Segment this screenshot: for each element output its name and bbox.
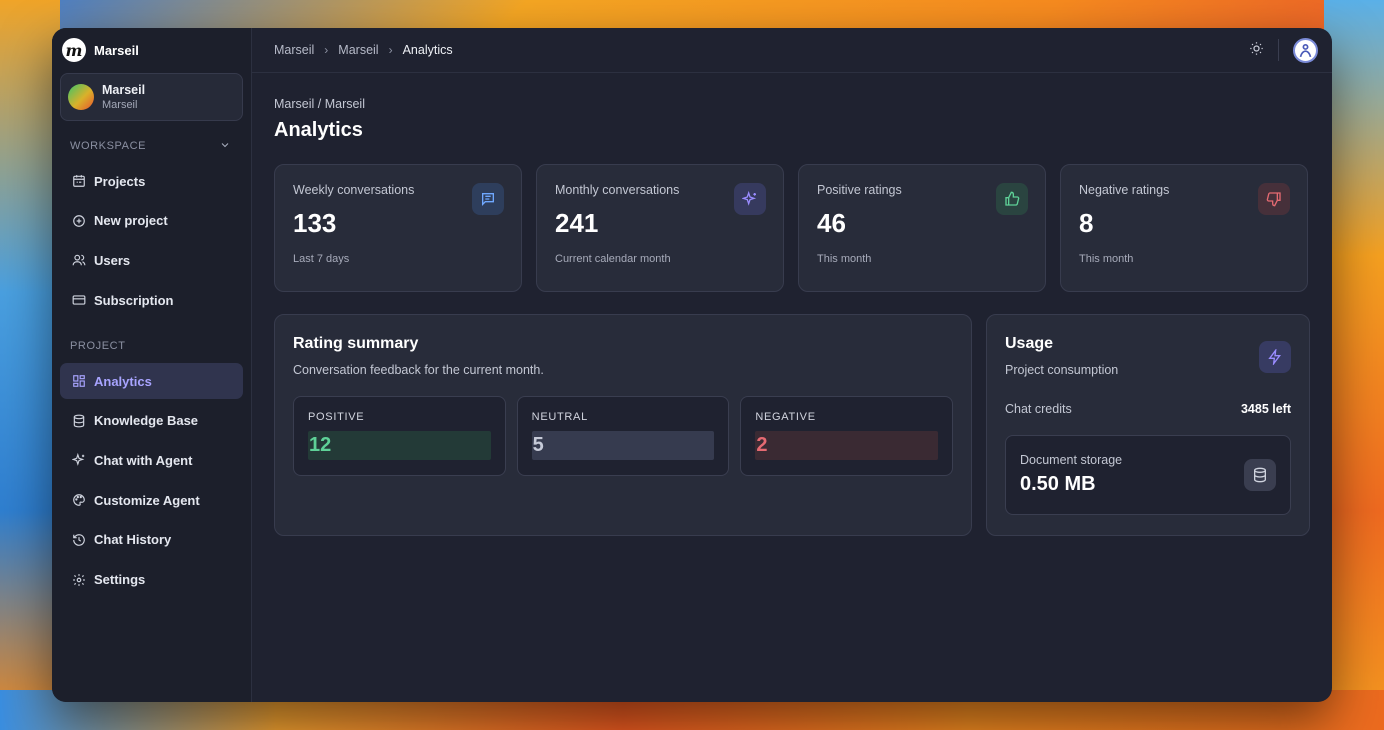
tile-label: NEUTRAL — [531, 411, 588, 423]
account-sub: Marseil — [102, 99, 138, 111]
project-section-label: PROJECT — [70, 340, 126, 353]
brand-name: Marseil — [94, 42, 139, 58]
tile-label: POSITIVE — [308, 411, 365, 423]
users-icon — [72, 253, 86, 267]
tile-value: 5 — [531, 431, 715, 460]
project-section-header: PROJECT — [60, 335, 243, 357]
sidebar-item-subscription[interactable]: Subscription — [60, 282, 243, 318]
breadcrumb: Marseil › Marseil › Analytics — [274, 43, 453, 57]
sidebar-item-projects[interactable]: Projects — [60, 163, 243, 199]
credits-value: 3485 left — [1240, 402, 1291, 416]
rating-title: Rating summary — [293, 335, 419, 352]
sidebar-item-label: Chat History — [94, 532, 172, 548]
divider — [1278, 39, 1279, 61]
tile-label: NEGATIVE — [755, 411, 816, 423]
sparkles-icon — [734, 183, 766, 215]
sidebar-item-new-project[interactable]: New project — [60, 203, 243, 239]
sidebar-item-label: Chat with Agent — [94, 452, 193, 468]
workspace-section-label: WORKSPACE — [70, 140, 147, 152]
page-title: Analytics — [274, 119, 363, 141]
breadcrumb-current: Analytics — [402, 43, 453, 57]
sidebar-item-label: Settings — [94, 572, 146, 587]
rating-summary-card: Rating summary Conversation feedback for… — [274, 314, 972, 536]
usage-title: Usage — [1005, 335, 1054, 352]
tile-value: 12 — [308, 431, 491, 460]
stat-sub: This month — [1079, 253, 1134, 265]
stat-card-negative: Negative ratings 8 This month — [1060, 164, 1308, 292]
theme-toggle-sun-icon[interactable] — [1249, 41, 1264, 60]
storage-value: 0.50 MB — [1020, 473, 1096, 495]
usage-card: Usage Project consumption Chat credits 3… — [986, 314, 1310, 536]
history-icon — [72, 533, 86, 547]
stat-sub: Current calendar month — [555, 253, 671, 265]
stat-sub: This month — [817, 253, 872, 265]
stat-card-positive: Positive ratings 46 This month — [798, 164, 1046, 292]
rating-tile-neutral: NEUTRAL 5 — [516, 396, 730, 476]
stat-value: 8 — [1079, 208, 1094, 238]
sidebar-item-knowledge-base[interactable]: Knowledge Base — [60, 403, 243, 439]
rating-subtitle: Conversation feedback for the current mo… — [293, 363, 544, 377]
app-window: m Marseil Marseil Marseil WORKSPACE Proj… — [52, 28, 1332, 702]
credit-card-icon — [72, 293, 86, 307]
thumbs-down-icon — [1258, 183, 1290, 215]
storage-label: Document storage — [1020, 453, 1123, 467]
sidebar-item-label: Analytics — [94, 373, 152, 389]
chevron-right-icon: › — [324, 43, 329, 57]
tile-value: 2 — [755, 431, 939, 460]
stat-value: 241 — [555, 208, 599, 238]
sidebar: m Marseil Marseil Marseil WORKSPACE Proj… — [52, 28, 252, 702]
message-icon — [472, 183, 504, 215]
plus-circle-icon — [72, 214, 86, 228]
topbar: Marseil › Marseil › Analytics — [252, 28, 1332, 73]
sidebar-item-label: Customize Agent — [94, 492, 200, 508]
user-avatar[interactable] — [1293, 37, 1318, 63]
database-icon — [1244, 459, 1276, 491]
stat-sub: Last 7 days — [293, 253, 350, 265]
stat-card-monthly: Monthly conversations 241 Current calend… — [536, 164, 784, 292]
sidebar-item-label: Projects — [94, 173, 146, 189]
sidebar-item-users[interactable]: Users — [60, 242, 243, 278]
stat-card-weekly: Weekly conversations 133 Last 7 days — [274, 164, 522, 292]
credits-label: Chat credits — [1005, 402, 1072, 416]
main-area: Marseil › Marseil › Analytics Marseil / … — [252, 28, 1332, 702]
stat-cards: Weekly conversations 133 Last 7 days Mon… — [274, 164, 1310, 292]
palette-icon — [72, 493, 86, 507]
stat-value: 133 — [293, 208, 337, 238]
sidebar-item-label: Subscription — [94, 292, 174, 308]
database-icon — [72, 414, 86, 428]
breadcrumb-item[interactable]: Marseil — [338, 43, 378, 57]
account-avatar — [68, 84, 94, 110]
thumbs-up-icon — [996, 183, 1028, 215]
gear-icon — [72, 573, 86, 587]
sidebar-item-analytics[interactable]: Analytics — [60, 363, 243, 400]
brand[interactable]: m Marseil — [60, 28, 243, 72]
breadcrumb-item[interactable]: Marseil — [274, 43, 314, 57]
rating-tile-negative: NEGATIVE 2 — [740, 396, 954, 476]
sidebar-item-chat-with-agent[interactable]: Chat with Agent — [60, 442, 243, 478]
brand-logo-icon: m — [62, 38, 86, 62]
sparkles-icon — [72, 453, 86, 467]
sidebar-item-settings[interactable]: Settings — [60, 562, 243, 598]
account-name: Marseil — [102, 83, 146, 97]
usage-subtitle: Project consumption — [1005, 363, 1119, 377]
sidebar-item-label: New project — [94, 213, 168, 229]
document-storage-tile: Document storage 0.50 MB — [1005, 435, 1291, 515]
workspace-section-toggle[interactable]: WORKSPACE — [60, 135, 243, 157]
sidebar-item-label: Users — [94, 252, 131, 268]
rating-tile-positive: POSITIVE 12 — [293, 396, 506, 476]
account-switcher[interactable]: Marseil Marseil — [60, 73, 243, 121]
page-breadcrumb: Marseil / Marseil — [274, 97, 365, 111]
stat-value: 46 — [817, 208, 846, 238]
chevron-down-icon — [219, 139, 231, 154]
grid-icon — [72, 374, 86, 388]
sidebar-item-label: Knowledge Base — [94, 413, 199, 429]
chevron-right-icon: › — [388, 43, 393, 57]
lightning-icon — [1259, 341, 1291, 373]
sidebar-item-chat-history[interactable]: Chat History — [60, 522, 243, 558]
sidebar-item-customize-agent[interactable]: Customize Agent — [60, 482, 243, 518]
calendar-icon — [72, 174, 86, 188]
